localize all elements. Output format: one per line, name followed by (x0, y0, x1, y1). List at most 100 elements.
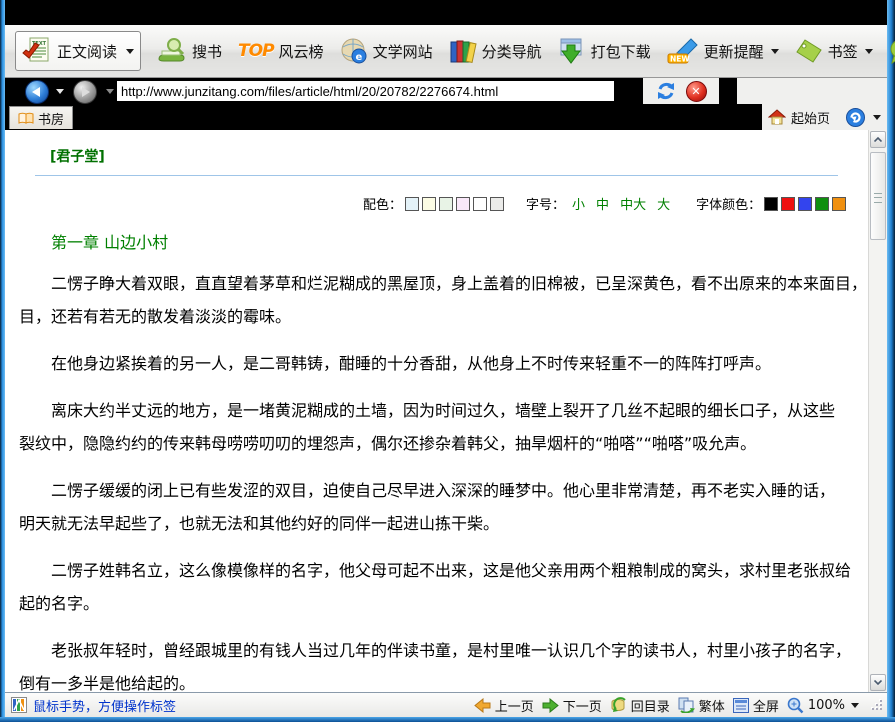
home-page-button[interactable]: 起始页 (768, 108, 830, 127)
forward-history-chevron-icon[interactable] (106, 89, 114, 94)
paragraph: 在他身边紧挨着的另一人，是二哥韩铸，酣睡的十分香甜，从他身上不时传来轻重不一的阵… (19, 347, 868, 380)
bookmark-label: 书签 (828, 41, 858, 62)
font-color-swatch[interactable] (781, 197, 795, 211)
scheme-swatch[interactable] (456, 197, 470, 211)
scheme-swatch[interactable] (439, 197, 453, 211)
scheme-swatch[interactable] (422, 197, 436, 211)
update-reminder-label: 更新提醒 (704, 41, 764, 62)
paragraph: 二愣子睁大着双眼，直直望着茅草和烂泥糊成的黑屋顶，身上盖着的旧棉被，已呈深黄色，… (19, 267, 868, 333)
chapter-paragraphs: 二愣子睁大着双眼，直直望着茅草和烂泥糊成的黑屋顶，身上盖着的旧棉被，已呈深黄色，… (5, 267, 868, 692)
open-book-icon (18, 112, 34, 125)
prev-page-button[interactable]: 上一页 (474, 696, 534, 715)
fullscreen-icon (733, 698, 749, 713)
fullscreen-button[interactable]: 全屏 (733, 696, 779, 715)
literature-site-button[interactable]: e 文学网站 (340, 37, 433, 65)
svg-text:NEW: NEW (670, 55, 690, 64)
status-message-text: 鼠标手势，方便操作标签 (33, 696, 176, 715)
font-size-option[interactable]: 小 (572, 194, 585, 213)
font-size-option[interactable]: 大 (657, 194, 670, 213)
reading-options-row: 配色： 字号： 小中中大大 字体颜色： (363, 194, 868, 213)
traditional-chinese-button[interactable]: 繁体 (678, 696, 725, 715)
prev-page-label: 上一页 (495, 696, 534, 715)
back-button[interactable] (25, 80, 49, 104)
chapter-title: 第一章 山边小村 (5, 229, 868, 253)
scrollbar-thumb[interactable] (870, 152, 886, 240)
paragraph: 二愣子姓韩名立，这么像模像样的名字，他父母可起不出来，这是他父亲用两个粗粮制成的… (19, 554, 868, 620)
scroll-down-button[interactable] (870, 674, 886, 691)
back-arrow-icon (32, 87, 40, 97)
resize-grip[interactable] (871, 699, 883, 711)
magnifier-icon (787, 697, 804, 714)
forward-button[interactable] (73, 80, 97, 104)
mouse-gesture-icon (11, 697, 27, 713)
scheme-label: 配色： (363, 194, 402, 213)
font-color-swatch[interactable] (798, 197, 812, 211)
text-reading-button[interactable]: TEXT 正文阅读 (15, 31, 141, 71)
paragraph: 二愣子缓缓的闭上已有些发涩的双目，迫使自己尽早进入深深的睡梦中。他心里非常清楚，… (19, 474, 868, 540)
tab-study-room[interactable]: 书房 (9, 106, 73, 129)
header-divider (35, 175, 838, 176)
zoom-value: 100% (808, 698, 845, 713)
site-title: [君子堂] (35, 146, 838, 166)
top-rank-button[interactable]: TOP 风云榜 (238, 41, 324, 62)
font-size-option[interactable]: 中 (596, 194, 609, 213)
home-page-label: 起始页 (791, 108, 830, 127)
svg-text:e: e (355, 52, 362, 63)
tab-row: 书房 起始页 (5, 104, 887, 130)
font-color-swatch[interactable] (832, 197, 846, 211)
font-color-label: 字体颜色： (696, 194, 761, 213)
chevron-down-icon (126, 49, 134, 54)
chevron-down-icon (865, 49, 873, 54)
search-book-icon (157, 37, 187, 65)
browser-window: TEXT 正文阅读 (0, 0, 895, 722)
vote-button[interactable]: 投票 (889, 37, 895, 65)
stop-button[interactable]: ✕ (686, 81, 707, 102)
url-input[interactable] (117, 81, 614, 101)
package-download-label: 打包下载 (591, 41, 651, 62)
globe-icon: e (340, 37, 368, 65)
tab-refresh-button[interactable] (846, 108, 865, 127)
forward-arrow-icon (82, 87, 90, 97)
scheme-swatch[interactable] (405, 197, 419, 211)
zoom-control[interactable]: 100% (787, 697, 859, 714)
traditional-chinese-label: 繁体 (699, 696, 725, 715)
font-size-option[interactable]: 中大 (620, 194, 646, 213)
category-nav-label: 分类导航 (482, 41, 542, 62)
literature-site-label: 文学网站 (373, 41, 433, 62)
back-history-chevron-icon[interactable] (56, 89, 64, 94)
address-toolbar: ✕ (643, 78, 719, 104)
scrollbar-grip-icon (874, 193, 882, 203)
bookmark-icon (795, 38, 823, 64)
font-color-swatch[interactable] (815, 197, 829, 211)
package-download-button[interactable]: 打包下载 (558, 37, 651, 65)
scheme-swatch[interactable] (473, 197, 487, 211)
prev-page-arrow-icon (474, 698, 491, 713)
font-size-options: 小中中大大 (568, 194, 674, 213)
scroll-up-button[interactable] (870, 131, 886, 148)
download-icon (558, 37, 586, 65)
vertical-scrollbar[interactable] (868, 130, 887, 692)
bookmark-button[interactable]: 书签 (795, 38, 873, 64)
font-color-swatch[interactable] (764, 197, 778, 211)
tab-right-panel: 起始页 (762, 104, 887, 130)
back-to-toc-label: 回目录 (631, 696, 670, 715)
status-bar: 鼠标手势，方便操作标签 上一页 下一页 (5, 692, 887, 717)
next-page-label: 下一页 (563, 696, 602, 715)
books-icon (449, 37, 477, 65)
search-book-button[interactable]: 搜书 (157, 37, 222, 65)
paragraph: 离床大约半丈远的地方，是一堵黄泥糊成的土墙，因为时间过久，墙壁上裂开了几丝不起眼… (19, 394, 868, 460)
back-to-toc-button[interactable]: 回目录 (610, 696, 670, 715)
title-bar (5, 0, 887, 25)
next-page-button[interactable]: 下一页 (542, 696, 602, 715)
update-reminder-button[interactable]: NEW 更新提醒 (667, 37, 779, 65)
chevron-down-icon (771, 49, 779, 54)
refresh-icon[interactable] (656, 81, 676, 101)
toc-icon (610, 697, 627, 713)
home-options-chevron-icon[interactable] (873, 115, 881, 120)
fullscreen-label: 全屏 (753, 696, 779, 715)
scheme-swatch[interactable] (490, 197, 504, 211)
tab-label: 书房 (38, 109, 64, 128)
next-page-arrow-icon (542, 698, 559, 713)
update-reminder-icon: NEW (667, 37, 699, 65)
category-nav-button[interactable]: 分类导航 (449, 37, 542, 65)
